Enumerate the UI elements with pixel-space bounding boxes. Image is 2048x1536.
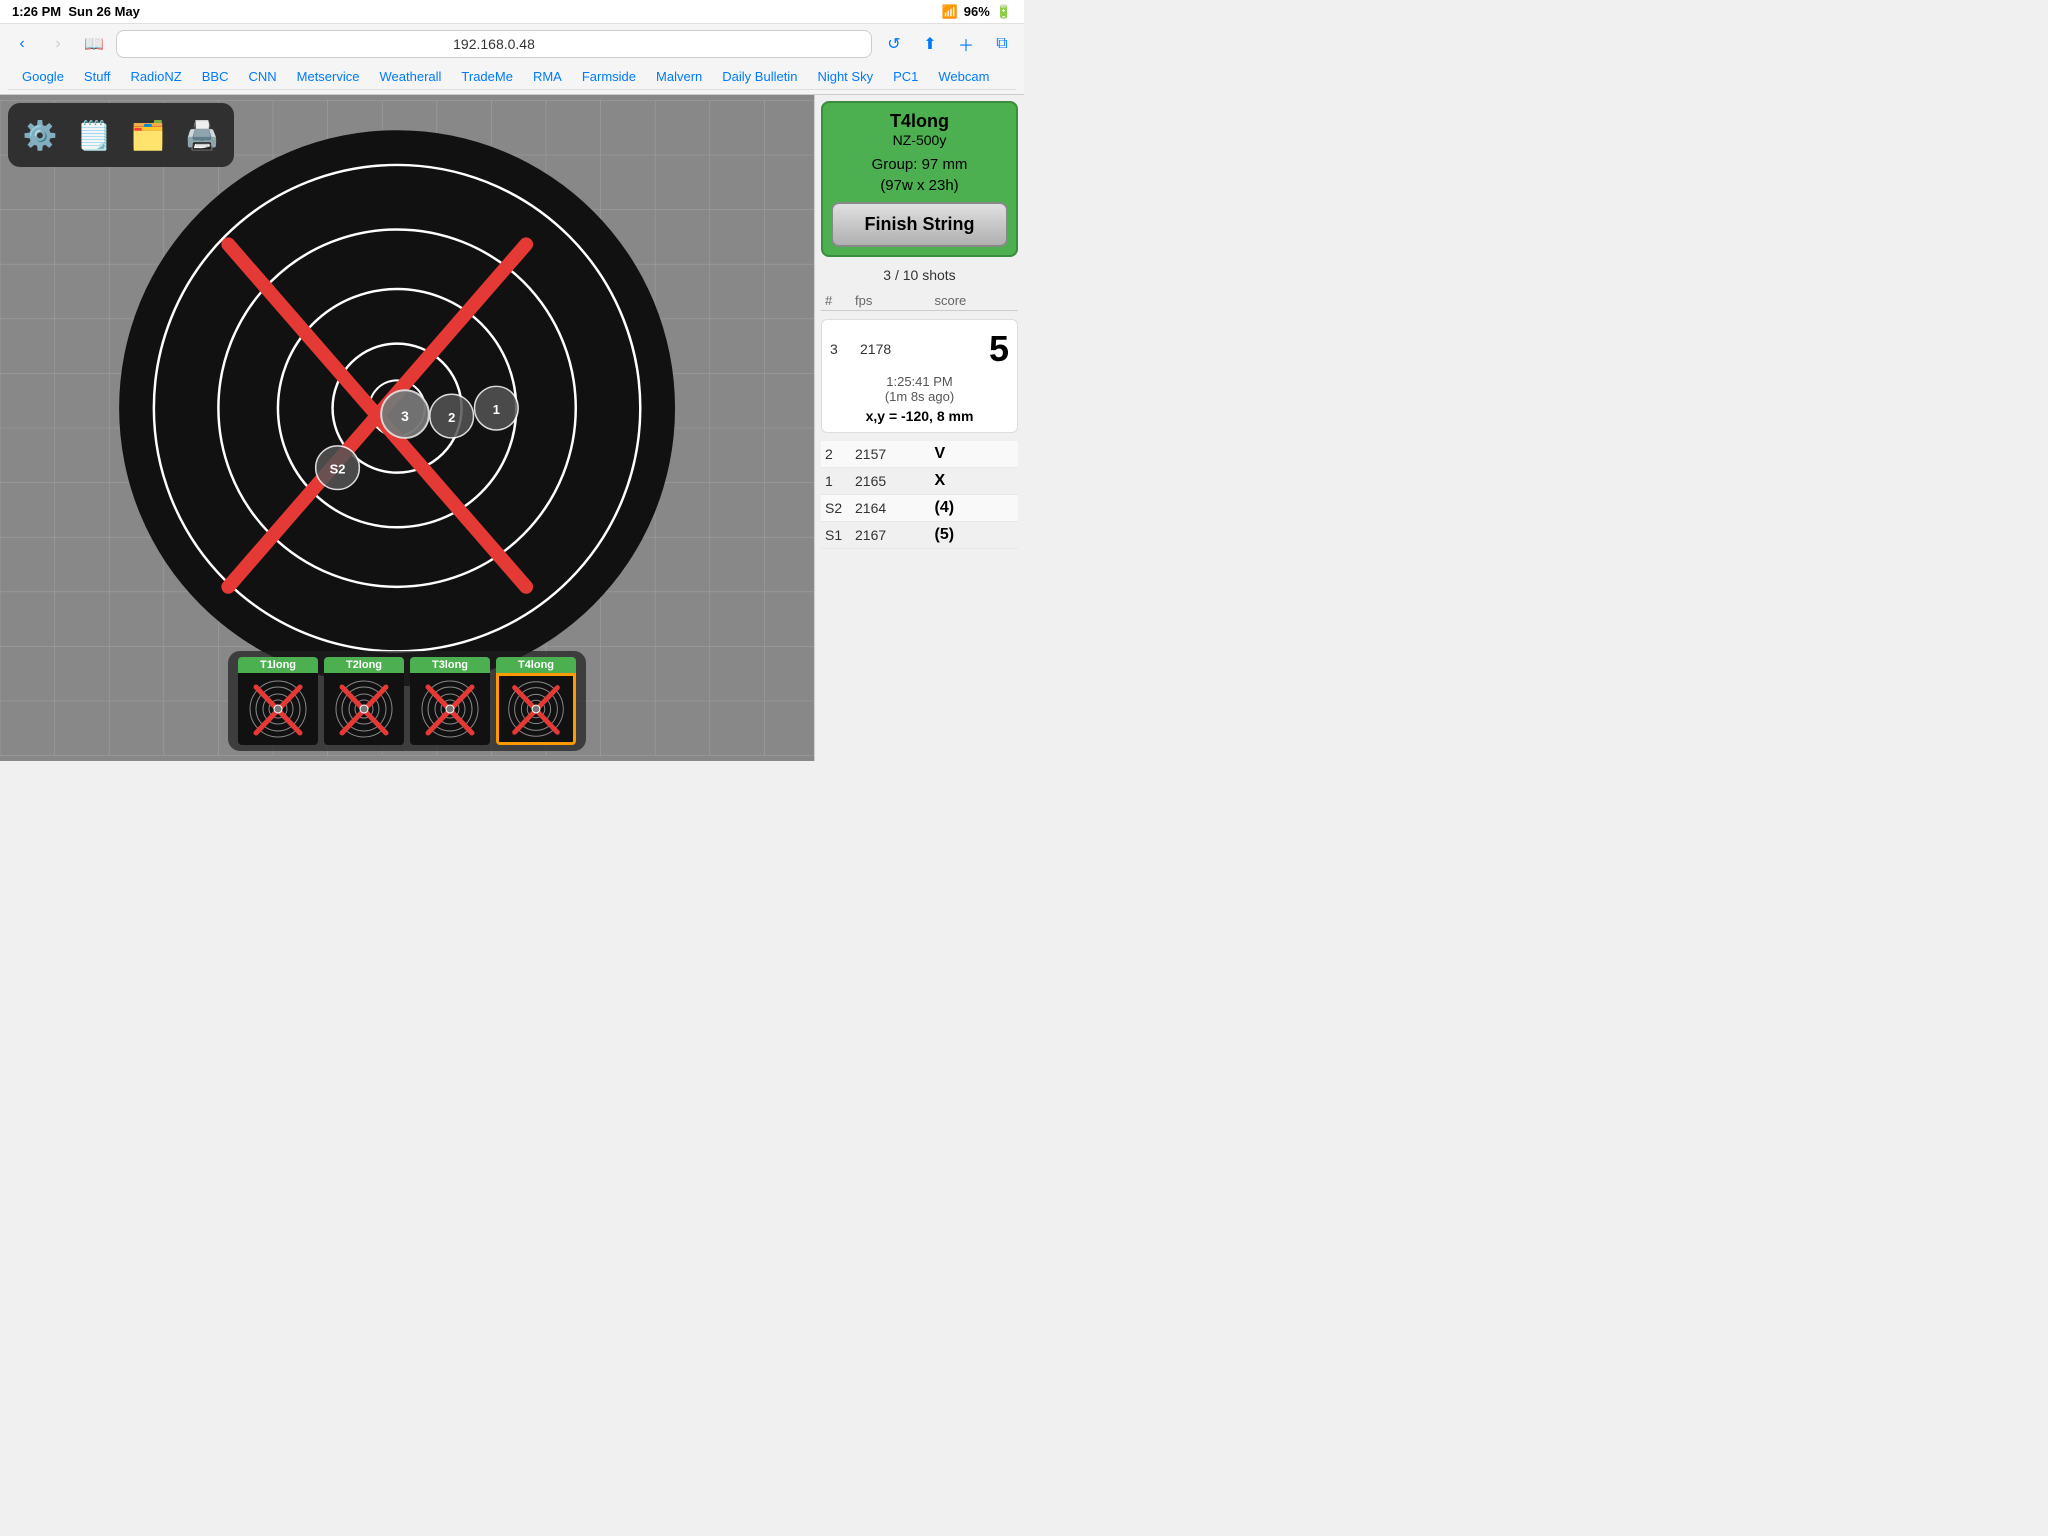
- bookmark-radionz[interactable]: RadioNZ: [120, 66, 191, 87]
- battery-icon: 🔋: [996, 4, 1012, 20]
- bookmark-night-sky[interactable]: Night Sky: [807, 66, 883, 87]
- featured-num: 3: [830, 341, 860, 357]
- other-shots-table: 22157V12165XS22164(4)S12167(5): [821, 441, 1018, 549]
- thumbnail-t1long[interactable]: T1long: [238, 657, 318, 745]
- thumbnail-t3long[interactable]: T3long: [410, 657, 490, 745]
- browser-chrome: ‹ › 📖 192.168.0.48 ↺ ⬆ ＋ ⧉ GoogleStuffRa…: [0, 24, 1024, 95]
- panel-group: Group: 97 mm (97w x 23h): [831, 154, 1008, 196]
- toolbar-overlay: ⚙️ 🗒️ 🗂️ 🖨️: [8, 103, 234, 167]
- add-tab-button[interactable]: ＋: [952, 30, 980, 58]
- status-right: 📶 96% 🔋: [942, 4, 1012, 20]
- thumbnail-t2long[interactable]: T2long: [324, 657, 404, 745]
- notes-icon[interactable]: 🗒️: [70, 111, 118, 159]
- bookmark-trademe[interactable]: TradeMe: [451, 66, 523, 87]
- wifi-icon: 📶: [942, 4, 958, 20]
- shots-info: 3 / 10 shots: [821, 263, 1018, 287]
- settings-icon[interactable]: ⚙️: [16, 111, 64, 159]
- panel-title: T4long: [831, 111, 1008, 132]
- bookmark-malvern[interactable]: Malvern: [646, 66, 712, 87]
- bookmarks-button[interactable]: 📖: [80, 30, 108, 58]
- shot-fps: 2165: [855, 473, 935, 489]
- back-button[interactable]: ‹: [8, 30, 36, 58]
- panel-subtitle: NZ-500y: [831, 132, 1008, 148]
- bookmark-webcam[interactable]: Webcam: [928, 66, 999, 87]
- tab-switcher-button[interactable]: ⧉: [988, 30, 1016, 58]
- forward-button[interactable]: ›: [44, 30, 72, 58]
- shot-num: 1: [825, 473, 855, 489]
- address-bar[interactable]: 192.168.0.48: [116, 30, 872, 58]
- shot-row-S2: S22164(4): [821, 495, 1018, 522]
- shot-row-S1: S12167(5): [821, 522, 1018, 549]
- main-content: S2 2 1 3 ⚙️ 🗒️ 🗂️ 🖨️ T1longT2longT3longT…: [0, 95, 1024, 761]
- featured-shot: 3 2178 5 1:25:41 PM (1m 8s ago) x,y = -1…: [821, 319, 1018, 433]
- svg-text:1: 1: [493, 402, 500, 417]
- featured-time: 1:25:41 PM (1m 8s ago): [830, 374, 1009, 404]
- shot-score: X: [935, 472, 1015, 490]
- shot-row-1: 12165X: [821, 468, 1018, 495]
- bookmark-farmside[interactable]: Farmside: [572, 66, 646, 87]
- svg-text:S2: S2: [330, 462, 346, 477]
- status-bar: 1:26 PM Sun 26 May 📶 96% 🔋: [0, 0, 1024, 24]
- thumbnail-strip: T1longT2longT3longT4long: [228, 651, 586, 751]
- shot-fps: 2164: [855, 500, 935, 516]
- shot-score: (4): [935, 499, 1015, 517]
- battery-text: 96%: [964, 4, 990, 19]
- share-button[interactable]: ⬆: [916, 30, 944, 58]
- bookmark-stuff[interactable]: Stuff: [74, 66, 121, 87]
- folder-icon[interactable]: 🗂️: [124, 111, 172, 159]
- featured-score: 5: [935, 328, 1010, 370]
- shot-score: V: [935, 445, 1015, 463]
- reload-button[interactable]: ↺: [880, 30, 908, 58]
- bookmark-google[interactable]: Google: [12, 66, 74, 87]
- shot-num: 2: [825, 446, 855, 462]
- bookmark-rma[interactable]: RMA: [523, 66, 572, 87]
- bookmark-weatherall[interactable]: Weatherall: [370, 66, 452, 87]
- status-time: 1:26 PM Sun 26 May: [12, 4, 140, 19]
- thumbnail-t4long[interactable]: T4long: [496, 657, 576, 745]
- bookmark-pc1[interactable]: PC1: [883, 66, 928, 87]
- shot-score: (5): [935, 526, 1015, 544]
- featured-xy: x,y = -120, 8 mm: [830, 408, 1009, 424]
- bookmark-metservice[interactable]: Metservice: [287, 66, 370, 87]
- shot-fps: 2167: [855, 527, 935, 543]
- target-area[interactable]: S2 2 1 3 ⚙️ 🗒️ 🗂️ 🖨️ T1longT2longT3longT…: [0, 95, 814, 761]
- shot-fps: 2157: [855, 446, 935, 462]
- finish-string-button[interactable]: Finish String: [831, 202, 1008, 247]
- bookmark-cnn[interactable]: CNN: [238, 66, 286, 87]
- bookmark-bbc[interactable]: BBC: [192, 66, 239, 87]
- shot-num: S2: [825, 500, 855, 516]
- featured-row: 3 2178 5: [830, 328, 1009, 370]
- shot-num: S1: [825, 527, 855, 543]
- svg-text:2: 2: [448, 410, 455, 425]
- bookmarks-bar: GoogleStuffRadioNZBBCCNNMetserviceWeathe…: [8, 64, 1016, 90]
- panel-header: T4long NZ-500y Group: 97 mm (97w x 23h) …: [821, 101, 1018, 257]
- shots-table-header: # fps score: [821, 291, 1018, 311]
- shot-row-2: 22157V: [821, 441, 1018, 468]
- featured-fps: 2178: [860, 341, 935, 357]
- print-icon[interactable]: 🖨️: [178, 111, 226, 159]
- nav-row: ‹ › 📖 192.168.0.48 ↺ ⬆ ＋ ⧉: [8, 30, 1016, 58]
- right-panel: T4long NZ-500y Group: 97 mm (97w x 23h) …: [814, 95, 1024, 761]
- bookmark-daily-bulletin[interactable]: Daily Bulletin: [712, 66, 807, 87]
- svg-text:3: 3: [401, 408, 409, 424]
